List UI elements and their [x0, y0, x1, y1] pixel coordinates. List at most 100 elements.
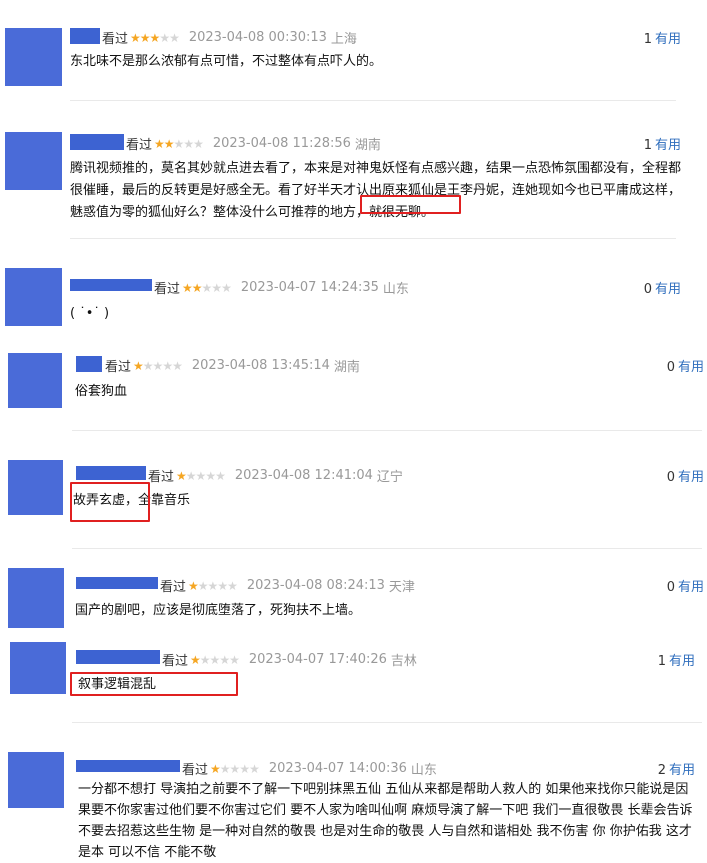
star-icon: ★ [219, 761, 231, 776]
star-icon: ★ [159, 30, 170, 45]
divider [70, 100, 676, 101]
useful-link[interactable]: 有用 [655, 282, 681, 297]
username-redacted[interactable] [70, 279, 152, 291]
star-icon: ★ [209, 652, 221, 667]
useful-link[interactable]: 有用 [655, 138, 681, 153]
review-time: 2023-04-08 00:30:13 [188, 30, 327, 45]
review-location: 辽宁 [376, 470, 403, 485]
useful-count: 1 [643, 32, 652, 47]
avatar[interactable] [5, 132, 62, 190]
star-icon: ★ [215, 468, 226, 483]
useful-vote[interactable]: 1 有用 [644, 28, 681, 47]
review-location: 湖南 [333, 360, 360, 375]
review-time: 2023-04-07 14:00:36 [268, 761, 407, 776]
star-icon: ★ [205, 468, 216, 483]
star-icon: ★ [185, 468, 197, 483]
highlight-box [70, 672, 238, 696]
review-content: 腾讯视频推的，莫名其妙就点进去看了，本来是对神鬼妖怪有点感兴趣，结果一点恐怖氛围… [70, 161, 682, 220]
review-time: 2023-04-08 12:41:04 [234, 468, 373, 483]
star-icon: ★ [152, 358, 164, 373]
star-icon: ★ [193, 136, 204, 151]
review-meta: 看过 ★ ★ ★ ★ ★ 2023-04-08 12:41:04 辽宁 [148, 466, 403, 485]
useful-vote[interactable]: 0 有用 [667, 576, 704, 595]
review-meta: 看过 ★ ★ ★ ★ ★ 2023-04-07 14:00:36 山东 [182, 759, 437, 778]
star-icon: ★ [249, 761, 260, 776]
useful-count: 0 [666, 580, 675, 595]
review-content: 国产的剧吧，应该是彻底堕落了，死狗扶不上墙。 [75, 603, 362, 618]
review-time: 2023-04-08 13:45:14 [191, 358, 330, 373]
star-icon: ★ [169, 30, 180, 45]
avatar[interactable] [8, 460, 63, 515]
useful-count: 0 [666, 360, 675, 375]
star-icon: ★ [191, 280, 203, 295]
avatar[interactable] [10, 642, 66, 694]
useful-count: 0 [643, 282, 652, 297]
review-location: 山东 [410, 763, 437, 778]
useful-count: 1 [643, 138, 652, 153]
review-content: 一分都不想打 导演拍之前要不了解一下吧别抹黑五仙 五仙从来都是帮助人救人的 如果… [78, 782, 693, 860]
divider [72, 430, 702, 431]
useful-link[interactable]: 有用 [678, 360, 704, 375]
useful-vote[interactable]: 0 有用 [644, 278, 681, 297]
review-location: 湖南 [354, 138, 381, 153]
avatar[interactable] [8, 353, 62, 408]
review-location: 上海 [330, 32, 357, 47]
star-icon: ★ [149, 30, 161, 45]
star-icon: ★ [162, 358, 173, 373]
useful-link[interactable]: 有用 [678, 580, 704, 595]
username-redacted[interactable] [70, 134, 124, 150]
star-icon: ★ [229, 652, 240, 667]
review-meta: 看过 ★ ★ ★ ★ ★ 2023-04-08 11:28:56 湖南 [126, 134, 381, 153]
rating-stars: ★ ★ ★ ★ ★ [130, 30, 180, 45]
star-icon: ★ [207, 578, 219, 593]
username-redacted[interactable] [76, 760, 180, 772]
status-label: 看过 [148, 470, 175, 485]
useful-link[interactable]: 有用 [669, 654, 695, 669]
divider [72, 722, 702, 723]
avatar[interactable] [8, 752, 64, 808]
status-label: 看过 [162, 654, 189, 669]
rating-stars: ★ ★ ★ ★ ★ [133, 358, 183, 373]
star-icon: ★ [130, 30, 141, 45]
review-meta: 看过 ★ ★ ★ ★ ★ 2023-04-08 00:30:13 上海 [102, 28, 357, 47]
divider [70, 238, 676, 239]
star-icon: ★ [176, 468, 187, 483]
username-redacted[interactable] [70, 28, 100, 44]
review-location: 天津 [388, 580, 415, 595]
star-icon: ★ [229, 761, 241, 776]
useful-link[interactable]: 有用 [669, 763, 695, 778]
avatar[interactable] [5, 28, 62, 86]
highlight-box [70, 482, 150, 522]
useful-link[interactable]: 有用 [678, 470, 704, 485]
useful-count: 1 [657, 654, 666, 669]
rating-stars: ★ ★ ★ ★ ★ [188, 578, 238, 593]
avatar[interactable] [8, 568, 64, 628]
divider [72, 548, 702, 549]
star-icon: ★ [139, 30, 151, 45]
username-redacted[interactable] [76, 466, 146, 480]
username-redacted[interactable] [76, 577, 158, 589]
review-meta: 看过 ★ ★ ★ ★ ★ 2023-04-07 17:40:26 吉林 [162, 650, 417, 669]
star-icon: ★ [188, 578, 199, 593]
useful-vote[interactable]: 1 有用 [644, 134, 681, 153]
star-icon: ★ [182, 280, 193, 295]
useful-count: 2 [657, 763, 666, 778]
status-label: 看过 [182, 763, 209, 778]
status-label: 看过 [126, 138, 153, 153]
review-time: 2023-04-08 11:28:56 [212, 136, 351, 151]
username-redacted[interactable] [76, 650, 160, 664]
star-icon: ★ [154, 136, 165, 151]
star-icon: ★ [195, 468, 207, 483]
useful-vote[interactable]: 2 有用 [658, 759, 695, 778]
star-icon: ★ [133, 358, 144, 373]
useful-vote[interactable]: 0 有用 [667, 466, 704, 485]
review-meta: 看过 ★ ★ ★ ★ ★ 2023-04-08 08:24:13 天津 [160, 576, 415, 595]
review-time: 2023-04-07 14:24:35 [240, 280, 379, 295]
avatar[interactable] [5, 268, 62, 326]
useful-vote[interactable]: 1 有用 [658, 650, 695, 669]
useful-vote[interactable]: 0 有用 [667, 356, 704, 375]
username-redacted[interactable] [76, 356, 102, 372]
star-icon: ★ [239, 761, 250, 776]
useful-link[interactable]: 有用 [655, 32, 681, 47]
star-icon: ★ [190, 652, 201, 667]
